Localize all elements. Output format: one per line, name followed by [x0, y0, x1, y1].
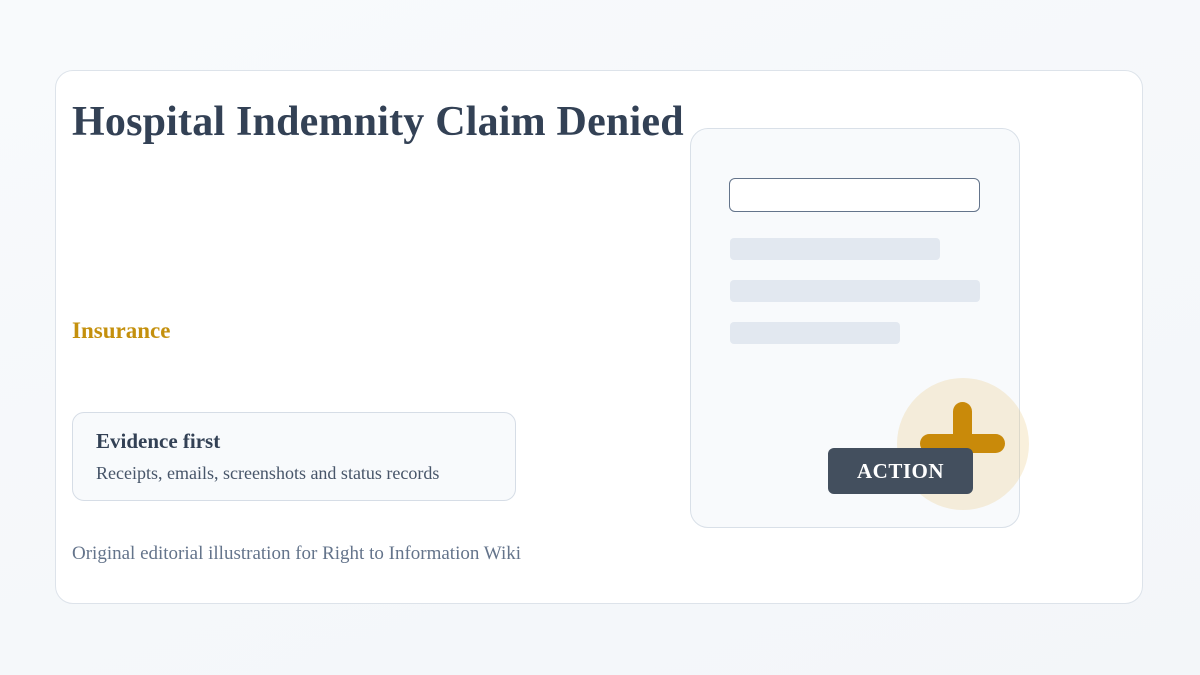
action-button[interactable]: ACTION: [828, 448, 973, 494]
evidence-description: Receipts, emails, screenshots and status…: [96, 463, 440, 483]
evidence-callout: Evidence first Receipts, emails, screens…: [72, 412, 516, 501]
page-title: Hospital Indemnity Claim Denied: [72, 99, 684, 145]
illustration-text-line: [730, 322, 900, 344]
evidence-title: Evidence first: [96, 429, 221, 453]
illustration-text-line: [730, 238, 940, 260]
illustration-caption: Original editorial illustration for Righ…: [72, 543, 522, 564]
category-label: Insurance: [72, 318, 171, 343]
illustration-text-line: [730, 280, 980, 302]
illustration-input-field: [729, 178, 980, 212]
